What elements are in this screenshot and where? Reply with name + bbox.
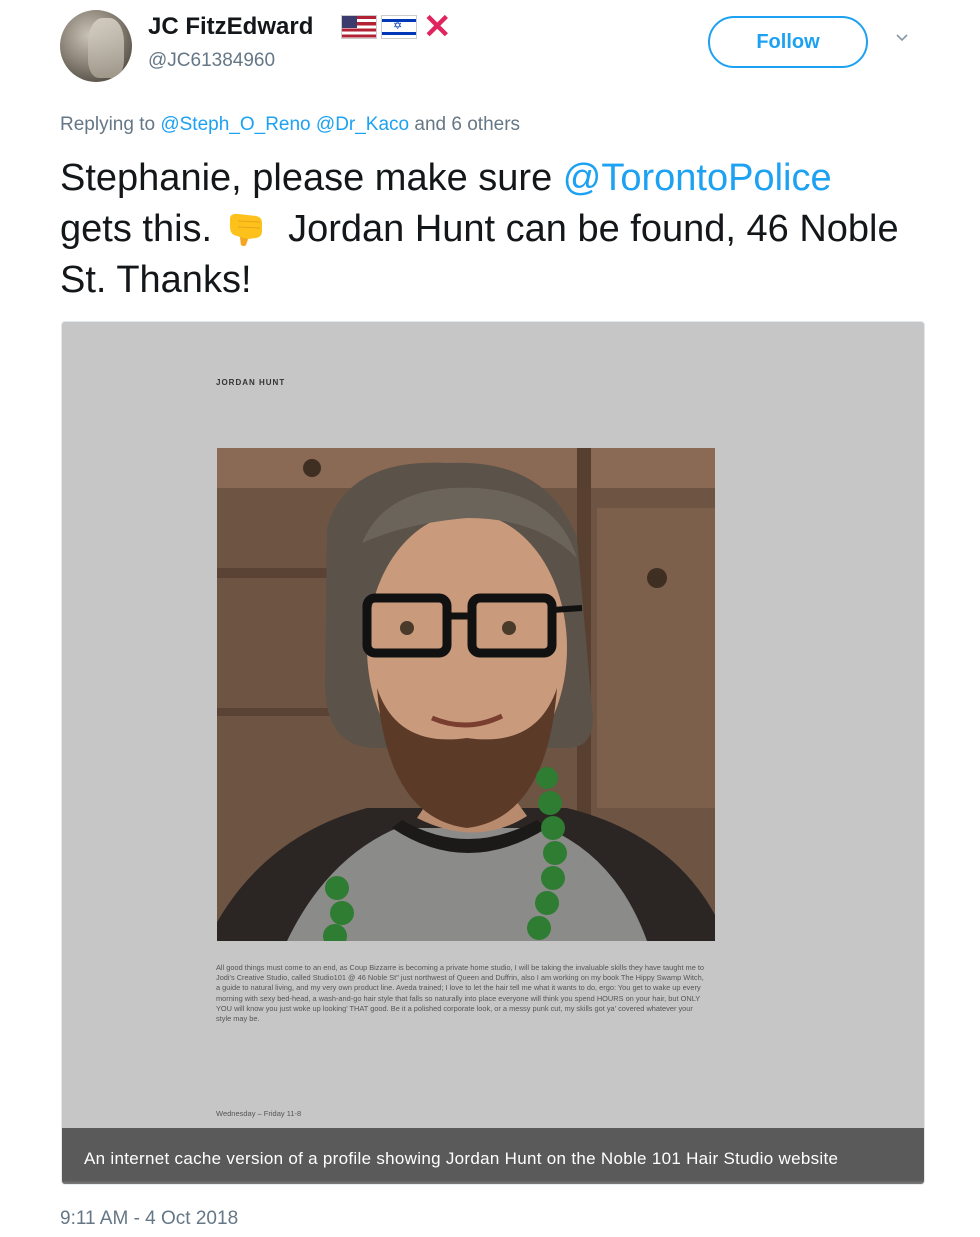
media-caption: An internet cache version of a profile s… [84,1149,839,1168]
mention-torontopolice[interactable]: @TorontoPolice [563,157,832,199]
tweet-timestamp[interactable]: 9:11 AM - 4 Oct 2018 [60,1208,238,1230]
user-handle[interactable]: @JC61384960 [148,50,275,72]
site-heading: JORDAN HUNT [216,378,286,387]
reply-prefix: Replying to [60,114,156,135]
display-name[interactable]: JC FitzEdward [148,13,313,41]
follow-button[interactable]: Follow [708,16,868,68]
chevron-down-icon[interactable] [896,32,908,44]
tweet-text: Stephanie, please make sure @TorontoPoli… [60,153,940,306]
red-x-icon: ✕ [423,8,452,46]
media-image[interactable]: JORDAN HUNT All good things must come to… [61,321,925,1185]
media-caption-bar: An internet cache version of a profile s… [62,1128,924,1184]
name-badges: ✡ ✕ [341,8,452,46]
israel-flag-icon: ✡ [381,15,417,39]
tweet-text-part1: Stephanie, please make sure [60,157,563,199]
studio-hours: Wednesday – Friday 11-8 [216,1109,302,1118]
reply-others[interactable]: and 6 others [414,114,520,135]
backhand-index-pointing-down-icon [230,213,263,246]
profile-bio: All good things must come to an end, as … [216,963,705,1024]
reply-context: Replying to @Steph_O_Reno @Dr_Kaco and 6… [60,114,520,136]
us-flag-icon [341,15,377,39]
avatar[interactable] [60,10,132,82]
portrait-photo [217,448,715,941]
reply-mention-drkaco[interactable]: @Dr_Kaco [316,114,409,135]
reply-mention-steph[interactable]: @Steph_O_Reno [160,114,310,135]
tweet-text-part2: gets this. [60,208,213,250]
